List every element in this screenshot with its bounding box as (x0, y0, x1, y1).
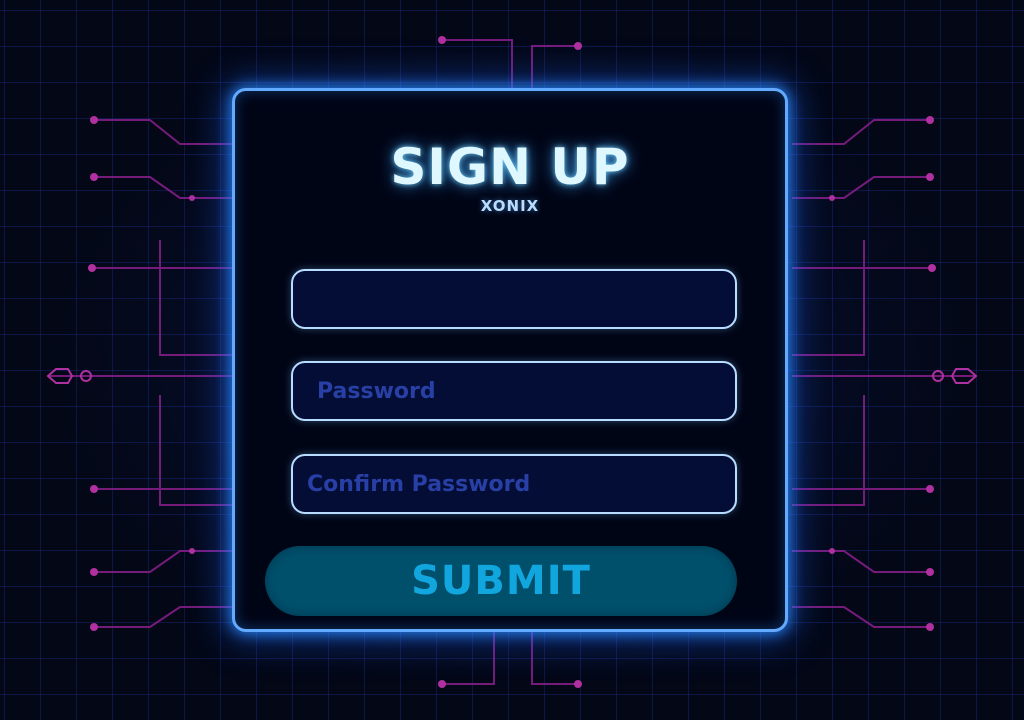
confirm-password-field[interactable] (291, 454, 737, 514)
background: SIGN UP XONIX SUBMIT (0, 0, 1024, 720)
password-field[interactable] (291, 361, 737, 421)
submit-button[interactable]: SUBMIT (265, 546, 737, 616)
page-title: SIGN UP (390, 138, 630, 196)
signup-panel: SIGN UP XONIX SUBMIT (232, 88, 788, 632)
brand-name: XONIX (480, 197, 540, 215)
username-field[interactable] (291, 269, 737, 329)
